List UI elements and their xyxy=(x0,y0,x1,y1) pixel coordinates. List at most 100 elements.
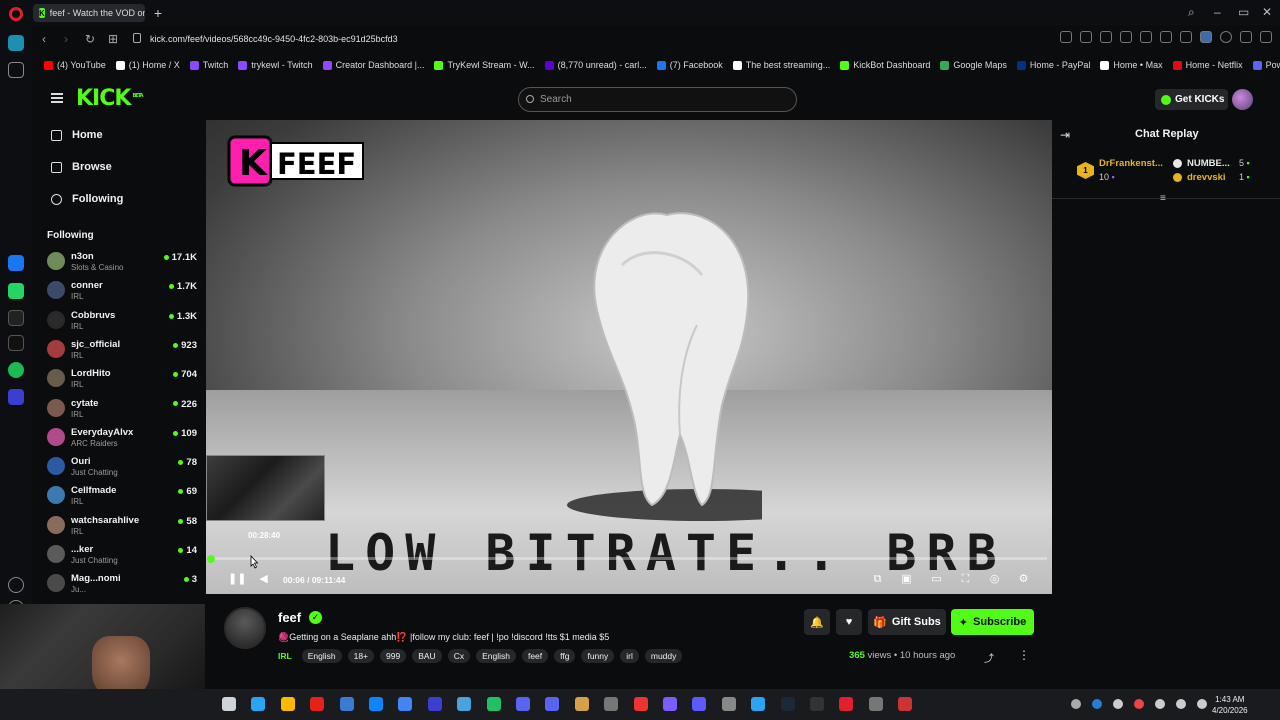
volume-icon[interactable]: ◀ xyxy=(258,574,269,585)
stream-tag[interactable]: irl xyxy=(620,649,639,663)
ai-icon[interactable] xyxy=(1260,31,1272,43)
app-icon[interactable] xyxy=(486,697,501,711)
discord-icon[interactable] xyxy=(516,697,530,711)
store-icon[interactable] xyxy=(339,697,354,711)
bookmark-item[interactable]: Home - PayPal xyxy=(1016,60,1090,70)
system-clock[interactable]: 1:43 AM 4/20/2026 xyxy=(1212,694,1248,716)
nav-following[interactable]: Following xyxy=(51,193,123,205)
bookmark-item[interactable]: (4) YouTube xyxy=(44,60,106,70)
bookmark-item[interactable]: KickBot Dashboard xyxy=(840,60,930,70)
tray-icon[interactable] xyxy=(1155,699,1165,709)
stream-tag[interactable]: Cx xyxy=(447,649,471,663)
clip-icon[interactable]: ⧉ xyxy=(872,574,883,585)
stream-tag[interactable]: muddy xyxy=(644,649,683,663)
puzzle-icon[interactable] xyxy=(1240,31,1252,43)
theater-mode-icon[interactable]: ▭ xyxy=(931,574,942,585)
speed-dial-icon[interactable]: ⊞ xyxy=(108,32,118,46)
stream-tag[interactable]: BAU xyxy=(412,649,442,663)
mail-icon[interactable] xyxy=(310,697,325,711)
channel-avatar[interactable] xyxy=(224,607,266,649)
app-icon[interactable] xyxy=(663,697,677,711)
more-options-icon[interactable]: ⋮ xyxy=(1018,648,1030,662)
nav-browse[interactable]: Browse xyxy=(51,161,112,173)
progress-handle[interactable] xyxy=(207,555,215,563)
subscribe-button[interactable]: ✦ Subscribe xyxy=(951,609,1034,635)
profile-icon[interactable] xyxy=(1200,31,1212,43)
address-bar-url[interactable]: kick.com/feef/videos/568cc49c-9450-4fc2-… xyxy=(150,34,398,44)
star-icon[interactable] xyxy=(8,62,24,78)
channel-name[interactable]: feef xyxy=(278,610,301,625)
app-icon[interactable] xyxy=(721,697,736,711)
bookmark-item[interactable]: (7) Facebook xyxy=(656,60,723,70)
tray-icon[interactable] xyxy=(1071,699,1081,709)
stream-tag[interactable]: ffg xyxy=(554,649,576,663)
opera-logo-icon[interactable] xyxy=(9,7,23,21)
gift-subs-button[interactable]: 🎁 Gift Subs xyxy=(868,609,946,635)
collapse-chat-icon[interactable]: ⇥ xyxy=(1060,128,1070,142)
tray-icon[interactable] xyxy=(1092,699,1102,709)
edge-icon[interactable] xyxy=(369,697,383,711)
follow-heart-button[interactable]: ♥ xyxy=(836,609,862,635)
user-avatar[interactable] xyxy=(1232,89,1253,110)
search-tabs-icon[interactable]: ⌕ xyxy=(1188,5,1195,20)
pause-icon[interactable]: ❚❚ xyxy=(228,574,246,585)
new-tab-button[interactable]: + xyxy=(150,5,166,21)
following-item[interactable]: watchsarahlive IRL 58 xyxy=(47,514,197,542)
following-item[interactable]: ...ker Just Chatting 14 xyxy=(47,543,197,571)
bookmark-item[interactable]: Twitch xyxy=(189,60,228,70)
following-item[interactable]: Mag...nomi Ju... 3 xyxy=(47,572,197,600)
play-icon[interactable] xyxy=(1120,31,1132,43)
close-window-button[interactable]: ✕ xyxy=(1262,5,1272,19)
tray-icon[interactable] xyxy=(1176,699,1186,709)
edit-icon[interactable] xyxy=(1060,31,1072,43)
bookmark-item[interactable]: (8,770 unread) - carl... xyxy=(544,60,647,70)
bookmark-item[interactable]: Home • Max xyxy=(1100,60,1163,70)
kick-logo[interactable]: KICK BETA xyxy=(76,86,144,111)
following-item[interactable]: Cellfmade IRL 69 xyxy=(47,484,197,512)
get-kicks-button[interactable]: Get KICKs xyxy=(1155,89,1228,110)
menu-icon[interactable] xyxy=(1180,31,1192,43)
speed-icon[interactable]: ◎ xyxy=(989,574,1000,585)
opera-icon[interactable] xyxy=(839,697,854,711)
bookmark-item[interactable]: TryKewl Stream - W... xyxy=(434,60,535,70)
top-gifter-name[interactable]: DrFrankenst... xyxy=(1099,158,1163,169)
bookmark-item[interactable]: Google Maps xyxy=(940,60,1007,70)
stream-tag[interactable]: funny xyxy=(581,649,615,663)
stream-tag[interactable]: English xyxy=(301,649,342,663)
bookmark-item[interactable]: The best streaming... xyxy=(732,60,830,70)
bookmark-item[interactable]: Powerchat xyxy=(1252,60,1280,70)
minimize-button[interactable]: – xyxy=(1214,5,1221,19)
back-button[interactable]: ‹ xyxy=(42,32,46,46)
stream-tag[interactable]: English xyxy=(476,649,516,663)
stream-tag[interactable]: 999 xyxy=(380,649,407,663)
category-link[interactable]: IRL xyxy=(278,649,296,663)
bookmark-item[interactable]: Creator Dashboard |... xyxy=(322,60,424,70)
settings-gear-icon[interactable]: ⚙ xyxy=(1018,574,1029,585)
following-item[interactable]: LordHito IRL 704 xyxy=(47,367,197,395)
notepad-icon[interactable] xyxy=(457,697,472,711)
reload-button[interactable]: ↻ xyxy=(85,32,95,46)
browser-tab[interactable]: K feef - Watch the VOD on xyxy=(33,4,145,22)
battle-net-icon[interactable] xyxy=(751,697,766,711)
shield-icon[interactable] xyxy=(1100,31,1112,43)
heart-icon[interactable] xyxy=(8,577,24,593)
fullscreen-icon[interactable]: ⛶ xyxy=(960,574,971,585)
start-icon[interactable] xyxy=(222,697,236,711)
stream-tag[interactable]: 18+ xyxy=(347,649,375,663)
heart-icon[interactable] xyxy=(1140,31,1152,43)
following-item[interactable]: sjc_official IRL 923 xyxy=(47,338,197,366)
camera-icon[interactable]: ▣ xyxy=(901,574,912,585)
following-item[interactable]: Cobbruvs IRL 1.3K xyxy=(47,309,197,337)
leader-name[interactable]: NUMBE... xyxy=(1187,158,1230,169)
discord-alt-icon[interactable] xyxy=(545,697,560,711)
media-player-icon[interactable] xyxy=(427,697,442,711)
maximize-button[interactable]: ▭ xyxy=(1238,5,1249,19)
app-icon[interactable] xyxy=(574,697,589,711)
file-explorer-icon[interactable] xyxy=(280,697,295,711)
stream-tag[interactable]: feef xyxy=(521,649,549,663)
hamburger-menu-icon[interactable] xyxy=(51,93,63,103)
chrome-icon[interactable] xyxy=(398,697,413,711)
tray-icon[interactable] xyxy=(1197,699,1207,709)
bookmark-item[interactable]: trykewl - Twitch xyxy=(238,60,313,70)
chatgpt-icon[interactable] xyxy=(604,697,619,711)
